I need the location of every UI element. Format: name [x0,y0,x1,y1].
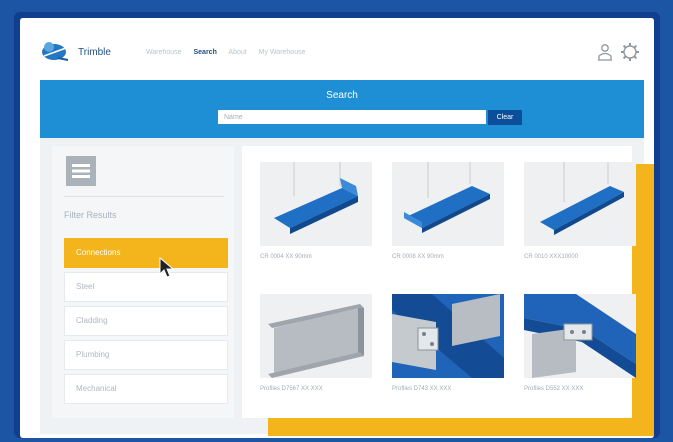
result-card[interactable]: CR 0008 XX 90mm [392,162,504,260]
cable-tray-icon [540,162,624,235]
filter-connections[interactable]: Connections [64,238,228,268]
search-panel: Search Clear [40,80,644,138]
gear-icon[interactable] [620,42,640,62]
list-view-icon [72,164,90,178]
results-grid: CR 0004 XX 90mm CR 0008 XX 90mm CR 0010 … [242,146,636,418]
brand-name[interactable]: Trimble [78,47,111,58]
mouse-cursor-icon [159,256,175,278]
product-thumbnail[interactable] [260,162,372,246]
search-input[interactable] [218,110,486,124]
filter-sidebar: Filter Results Connections Steel Claddin… [52,146,654,436]
content-area: Filter Results Connections Steel Claddin… [40,138,654,436]
product-name: Profiles D743 XX XXX [392,386,452,392]
top-bar: Trimble Warehouse Search About My Wareho… [20,18,654,78]
filter-list: Connections Steel Cladding Plumbing Mech… [64,238,228,408]
product-thumbnail[interactable] [260,294,372,378]
trimble-logo-icon[interactable] [40,38,70,62]
sidebar-divider [64,196,224,197]
nav-about[interactable]: About [228,49,246,56]
steel-beam-icon [268,304,364,378]
filter-mechanical[interactable]: Mechanical [64,374,228,404]
product-name: Profiles D7567 XX XXX [260,386,323,392]
clear-button[interactable]: Clear [488,110,522,125]
filter-plumbing[interactable]: Plumbing [64,340,228,370]
result-card[interactable]: Profiles D743 XX XXX [392,294,504,392]
result-card[interactable]: Profiles D7567 XX XXX [260,294,372,392]
filter-steel[interactable]: Steel [64,272,228,302]
monitor-frame: Trimble Warehouse Search About My Wareho… [14,12,660,438]
result-card[interactable]: Profiles D552 XX XXX [524,294,636,392]
beam-connection-icon [392,294,504,378]
nav-search[interactable]: Search [194,49,217,56]
list-view-button[interactable] [66,156,96,186]
product-thumbnail[interactable] [392,294,504,378]
user-icon[interactable] [596,43,614,61]
product-name: CR 0010 XXX10000 [524,254,579,260]
product-thumbnail[interactable] [524,294,636,378]
product-thumbnail[interactable] [392,162,504,246]
cable-tray-icon [274,162,358,234]
filter-cladding[interactable]: Cladding [64,306,228,336]
view-toggle [66,156,654,436]
product-thumbnail[interactable] [524,162,636,246]
cable-tray-icon [404,162,490,233]
filter-results-title: Filter Results [64,210,117,220]
result-card[interactable]: CR 0004 XX 90mm [260,162,372,260]
product-name: Profiles D552 XX XXX [524,386,584,392]
app-screen: Trimble Warehouse Search About My Wareho… [20,18,654,438]
search-title: Search [326,90,358,101]
result-card[interactable]: CR 0010 XXX10000 [524,162,636,260]
nav-my-warehouse[interactable]: My Warehouse [259,49,306,56]
nav-warehouse[interactable]: Warehouse [146,49,182,56]
main-nav: Warehouse Search About My Warehouse [146,49,315,56]
beam-connection-icon [524,294,636,378]
product-name: CR 0008 XX 90mm [392,254,444,260]
product-name: CR 0004 XX 90mm [260,254,312,260]
